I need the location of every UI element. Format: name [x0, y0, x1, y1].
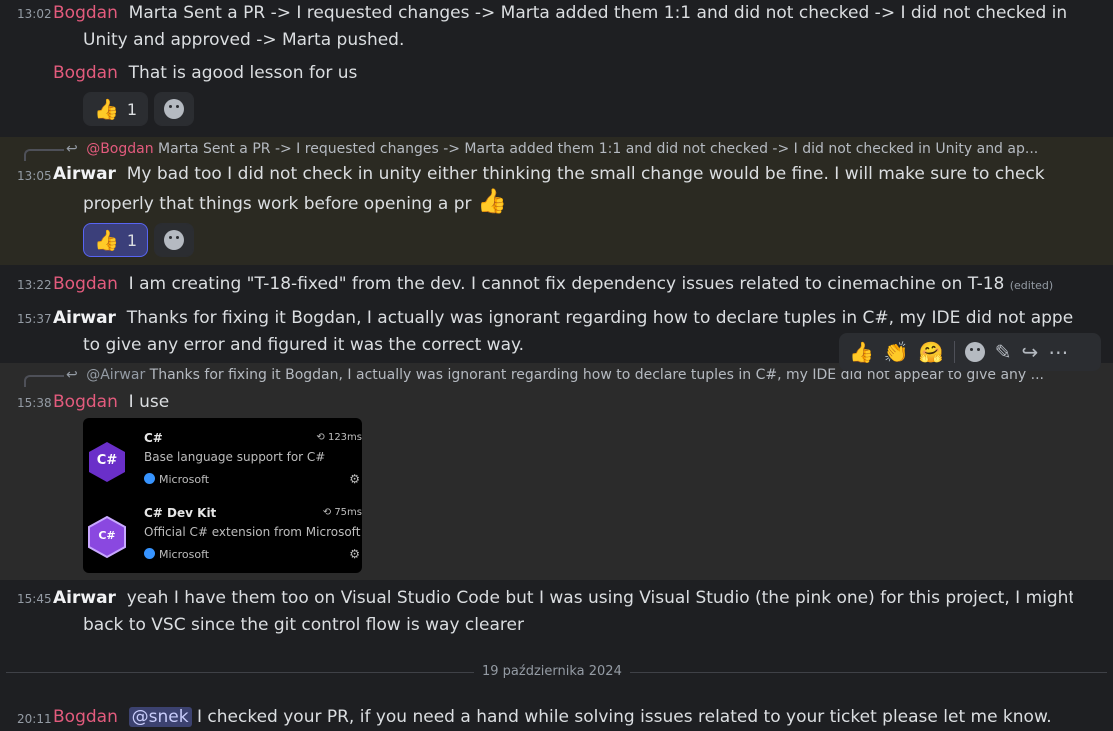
more-icon[interactable]: ⋯ — [1048, 340, 1068, 364]
thumbs-up-emoji: 👍 — [94, 97, 119, 121]
activation-time: 123ms — [327, 432, 362, 443]
author-name[interactable]: Bogdan — [53, 392, 118, 412]
history-icon: ⟲ — [316, 432, 325, 443]
publisher: Microsoft — [159, 548, 210, 561]
toolbar-divider — [953, 341, 955, 363]
quick-react-clap[interactable]: 👏 — [884, 340, 909, 364]
extension-description: Official C# extension from Microsoft — [144, 525, 361, 539]
message-text-cont: Unity and approved -> Marta pushed. — [83, 30, 405, 50]
reply-connector — [24, 149, 64, 161]
csharp-devkit-icon: C# — [87, 515, 127, 559]
reply-text: Marta Sent a PR -> I requested changes -… — [158, 141, 1039, 157]
timestamp: 15:45 — [17, 592, 52, 606]
gear-icon: ⚙ — [349, 547, 360, 561]
extension-name: C# Dev Kit — [144, 506, 217, 520]
timestamp: 13:02 — [17, 7, 52, 21]
author-name[interactable]: Airwar — [53, 164, 116, 184]
author-name[interactable]: Bogdan — [53, 707, 118, 727]
image-attachment[interactable]: C# C# ⟲ 123ms Base language support for … — [83, 418, 362, 573]
message-text: I use — [128, 392, 170, 412]
timestamp: 15:37 — [17, 312, 52, 326]
extension-csharp-devkit: C# C# Dev Kit ⟲ 75ms Official C# extensi… — [83, 503, 362, 573]
author-name[interactable]: Airwar — [53, 588, 116, 608]
thumbs-up-emoji: 👍 — [94, 228, 119, 252]
timestamp: 15:38 — [17, 396, 52, 410]
edit-icon[interactable]: ✎ — [995, 340, 1012, 364]
message-text: I checked your PR, if you need a hand wh… — [197, 707, 1052, 727]
reply-connector — [24, 375, 64, 387]
message-text: That is agood lesson for us — [128, 63, 358, 83]
smile-icon — [164, 99, 185, 119]
reactions: 👍 1 — [83, 223, 195, 257]
message-text: My bad too I did not check in unity eith… — [126, 164, 1045, 184]
publisher: Microsoft — [159, 473, 210, 486]
extension-csharp: C# C# ⟲ 123ms Base language support for … — [83, 428, 362, 500]
add-reaction-button[interactable] — [154, 223, 195, 257]
reply-icon: ↩ — [66, 367, 78, 383]
reply-mention: @Airwar — [86, 367, 146, 383]
reaction-count: 1 — [126, 99, 138, 119]
quick-react-hug[interactable]: 🤗 — [919, 340, 944, 364]
smile-icon — [164, 230, 185, 250]
message-actions-toolbar: 👍 👏 🤗 ✎ ↪ ⋯ — [839, 333, 1101, 371]
extension-description: Base language support for C# — [144, 450, 326, 464]
message-text-cont: properly that things work before opening… — [83, 194, 472, 214]
edited-label: (edited) — [1009, 279, 1054, 292]
verified-icon — [144, 548, 155, 559]
date-divider: 19 października 2024 — [474, 664, 630, 679]
author-name[interactable]: Airwar — [53, 308, 116, 328]
quick-react-thumbs-up[interactable]: 👍 — [849, 340, 874, 364]
reply-mention: @Bogdan — [86, 141, 154, 157]
reply-preview[interactable]: ↩ @Bogdan Marta Sent a PR -> I requested… — [66, 141, 1088, 157]
message-text: I am creating "T-18-fixed" from the dev.… — [128, 274, 1005, 294]
extension-name: C# — [144, 431, 163, 445]
activation-time: 75ms — [334, 507, 362, 518]
timestamp: 13:22 — [17, 278, 52, 292]
message-text: yeah I have them too on Visual Studio Co… — [126, 588, 1073, 608]
reaction-thumbs-up[interactable]: 👍 1 — [83, 92, 149, 126]
reactions: 👍 1 — [83, 92, 195, 126]
forward-icon[interactable]: ↪ — [1021, 340, 1038, 364]
add-reaction-icon[interactable] — [964, 342, 985, 362]
message-text: Marta Sent a PR -> I requested changes -… — [128, 3, 1068, 23]
csharp-extension-icon: C# — [87, 440, 127, 482]
author-name[interactable]: Bogdan — [53, 3, 118, 23]
message-text-cont: back to VSC since the git control flow i… — [83, 615, 524, 635]
verified-icon — [144, 473, 155, 484]
author-name[interactable]: Bogdan — [53, 274, 118, 294]
add-reaction-button[interactable] — [154, 92, 195, 126]
reaction-count: 1 — [126, 230, 138, 250]
message-text: Thanks for fixing it Bogdan, I actually … — [126, 308, 1073, 328]
author-name[interactable]: Bogdan — [53, 63, 118, 83]
message-1305: ↩ @Bogdan Marta Sent a PR -> I requested… — [0, 137, 1113, 265]
thumbs-up-emoji: 👍 — [476, 188, 507, 215]
reaction-thumbs-up[interactable]: 👍 1 — [83, 223, 149, 257]
gear-icon: ⚙ — [349, 472, 360, 486]
reply-icon: ↩ — [66, 141, 78, 157]
history-icon: ⟲ — [322, 507, 332, 518]
user-mention[interactable]: @snek — [128, 707, 192, 727]
timestamp: 13:05 — [17, 169, 52, 183]
timestamp: 20:11 — [17, 712, 52, 726]
